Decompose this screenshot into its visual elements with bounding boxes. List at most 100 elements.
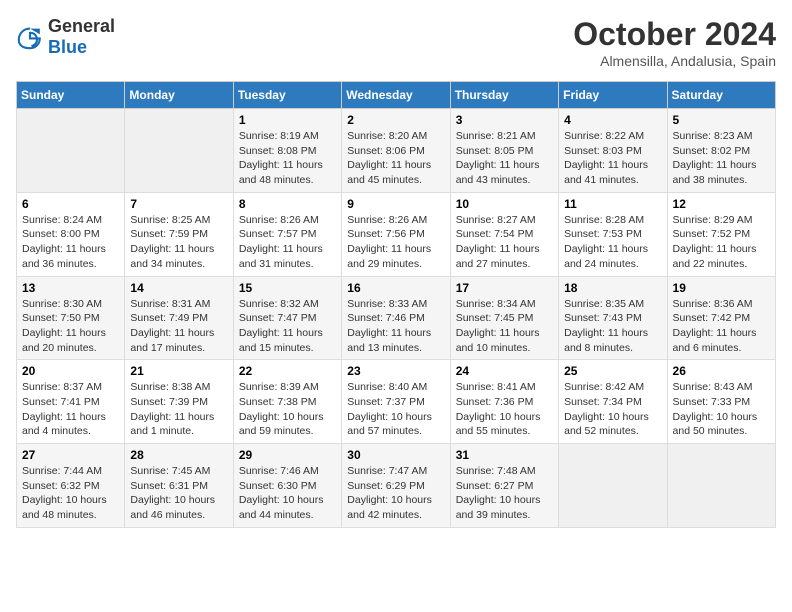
header-friday: Friday: [559, 82, 667, 109]
day-info: Sunrise: 8:27 AMSunset: 7:54 PMDaylight:…: [456, 214, 540, 270]
calendar-cell: 19 Sunrise: 8:36 AMSunset: 7:42 PMDayligh…: [667, 276, 775, 360]
day-info: Sunrise: 8:26 AMSunset: 7:56 PMDaylight:…: [347, 214, 431, 270]
day-info: Sunrise: 7:47 AMSunset: 6:29 PMDaylight:…: [347, 465, 432, 521]
day-number: 28: [130, 448, 227, 462]
day-number: 7: [130, 197, 227, 211]
day-number: 27: [22, 448, 119, 462]
day-info: Sunrise: 8:35 AMSunset: 7:43 PMDaylight:…: [564, 298, 648, 354]
day-number: 24: [456, 364, 553, 378]
day-info: Sunrise: 8:28 AMSunset: 7:53 PMDaylight:…: [564, 214, 648, 270]
calendar-cell: 20 Sunrise: 8:37 AMSunset: 7:41 PMDayligh…: [17, 360, 125, 444]
calendar-cell: 4 Sunrise: 8:22 AMSunset: 8:03 PMDaylight…: [559, 109, 667, 193]
header-sunday: Sunday: [17, 82, 125, 109]
calendar-cell: 22Sunrise: 8:39 AMSunset: 7:38 PMDayligh…: [233, 360, 341, 444]
day-info: Sunrise: 8:26 AMSunset: 7:57 PMDaylight:…: [239, 214, 323, 270]
header-wednesday: Wednesday: [342, 82, 450, 109]
day-number: 12: [673, 197, 770, 211]
calendar-cell: 8 Sunrise: 8:26 AMSunset: 7:57 PMDaylight…: [233, 192, 341, 276]
logo-icon: [16, 23, 44, 51]
day-number: 21: [130, 364, 227, 378]
calendar-cell: 6 Sunrise: 8:24 AMSunset: 8:00 PMDaylight…: [17, 192, 125, 276]
day-info: Sunrise: 8:38 AMSunset: 7:39 PMDaylight:…: [130, 381, 214, 437]
calendar-cell: 9 Sunrise: 8:26 AMSunset: 7:56 PMDaylight…: [342, 192, 450, 276]
day-info: Sunrise: 8:30 AMSunset: 7:50 PMDaylight:…: [22, 298, 106, 354]
weekday-header-row: Sunday Monday Tuesday Wednesday Thursday…: [17, 82, 776, 109]
day-info: Sunrise: 8:23 AMSunset: 8:02 PMDaylight:…: [673, 130, 757, 186]
calendar-cell: 16 Sunrise: 8:33 AMSunset: 7:46 PMDayligh…: [342, 276, 450, 360]
day-info: Sunrise: 8:25 AMSunset: 7:59 PMDaylight:…: [130, 214, 214, 270]
calendar-cell: [125, 109, 233, 193]
day-info: Sunrise: 7:48 AMSunset: 6:27 PMDaylight:…: [456, 465, 541, 521]
day-info: Sunrise: 8:42 AMSunset: 7:34 PMDaylight:…: [564, 381, 649, 437]
day-info: Sunrise: 8:19 AMSunset: 8:08 PMDaylight:…: [239, 130, 323, 186]
day-number: 30: [347, 448, 444, 462]
calendar-cell: 3 Sunrise: 8:21 AMSunset: 8:05 PMDaylight…: [450, 109, 558, 193]
week-row-3: 13 Sunrise: 8:30 AMSunset: 7:50 PMDayligh…: [17, 276, 776, 360]
day-number: 23: [347, 364, 444, 378]
day-number: 18: [564, 281, 661, 295]
calendar-cell: 29Sunrise: 7:46 AMSunset: 6:30 PMDayligh…: [233, 444, 341, 528]
week-row-2: 6 Sunrise: 8:24 AMSunset: 8:00 PMDaylight…: [17, 192, 776, 276]
title-block: October 2024 Almensilla, Andalusia, Spai…: [573, 16, 776, 69]
day-info: Sunrise: 8:29 AMSunset: 7:52 PMDaylight:…: [673, 214, 757, 270]
day-info: Sunrise: 8:20 AMSunset: 8:06 PMDaylight:…: [347, 130, 431, 186]
day-number: 2: [347, 113, 444, 127]
calendar-cell: 30 Sunrise: 7:47 AMSunset: 6:29 PMDayligh…: [342, 444, 450, 528]
day-number: 1: [239, 113, 336, 127]
calendar-cell: 15 Sunrise: 8:32 AMSunset: 7:47 PMDayligh…: [233, 276, 341, 360]
calendar-cell: 27Sunrise: 7:44 AMSunset: 6:32 PMDayligh…: [17, 444, 125, 528]
day-number: 19: [673, 281, 770, 295]
day-number: 13: [22, 281, 119, 295]
day-number: 15: [239, 281, 336, 295]
week-row-1: 1 Sunrise: 8:19 AMSunset: 8:08 PMDaylight…: [17, 109, 776, 193]
calendar-cell: 13 Sunrise: 8:30 AMSunset: 7:50 PMDayligh…: [17, 276, 125, 360]
header-saturday: Saturday: [667, 82, 775, 109]
day-number: 16: [347, 281, 444, 295]
calendar-cell: 10 Sunrise: 8:27 AMSunset: 7:54 PMDayligh…: [450, 192, 558, 276]
calendar-cell: 23 Sunrise: 8:40 AMSunset: 7:37 PMDayligh…: [342, 360, 450, 444]
logo-blue: Blue: [48, 37, 87, 57]
week-row-4: 20 Sunrise: 8:37 AMSunset: 7:41 PMDayligh…: [17, 360, 776, 444]
day-info: Sunrise: 8:32 AMSunset: 7:47 PMDaylight:…: [239, 298, 323, 354]
day-info: Sunrise: 8:36 AMSunset: 7:42 PMDaylight:…: [673, 298, 757, 354]
day-info: Sunrise: 8:24 AMSunset: 8:00 PMDaylight:…: [22, 214, 106, 270]
day-number: 25: [564, 364, 661, 378]
header-thursday: Thursday: [450, 82, 558, 109]
calendar-cell: [17, 109, 125, 193]
calendar-cell: [559, 444, 667, 528]
day-info: Sunrise: 8:43 AMSunset: 7:33 PMDaylight:…: [673, 381, 758, 437]
calendar-cell: 31 Sunrise: 7:48 AMSunset: 6:27 PMDayligh…: [450, 444, 558, 528]
day-number: 22: [239, 364, 336, 378]
week-row-5: 27Sunrise: 7:44 AMSunset: 6:32 PMDayligh…: [17, 444, 776, 528]
day-number: 10: [456, 197, 553, 211]
day-number: 31: [456, 448, 553, 462]
day-info: Sunrise: 8:31 AMSunset: 7:49 PMDaylight:…: [130, 298, 214, 354]
calendar-cell: 26Sunrise: 8:43 AMSunset: 7:33 PMDayligh…: [667, 360, 775, 444]
day-number: 11: [564, 197, 661, 211]
day-info: Sunrise: 8:41 AMSunset: 7:36 PMDaylight:…: [456, 381, 541, 437]
day-info: Sunrise: 8:33 AMSunset: 7:46 PMDaylight:…: [347, 298, 431, 354]
calendar-cell: 1 Sunrise: 8:19 AMSunset: 8:08 PMDaylight…: [233, 109, 341, 193]
day-number: 3: [456, 113, 553, 127]
day-info: Sunrise: 7:45 AMSunset: 6:31 PMDaylight:…: [130, 465, 215, 521]
calendar-cell: 11 Sunrise: 8:28 AMSunset: 7:53 PMDayligh…: [559, 192, 667, 276]
day-info: Sunrise: 7:46 AMSunset: 6:30 PMDaylight:…: [239, 465, 324, 521]
page-header: General Blue October 2024 Almensilla, An…: [16, 16, 776, 69]
day-info: Sunrise: 8:40 AMSunset: 7:37 PMDaylight:…: [347, 381, 432, 437]
day-info: Sunrise: 8:22 AMSunset: 8:03 PMDaylight:…: [564, 130, 648, 186]
calendar-cell: 17Sunrise: 8:34 AMSunset: 7:45 PMDayligh…: [450, 276, 558, 360]
day-info: Sunrise: 8:37 AMSunset: 7:41 PMDaylight:…: [22, 381, 106, 437]
day-number: 20: [22, 364, 119, 378]
day-number: 8: [239, 197, 336, 211]
day-info: Sunrise: 8:21 AMSunset: 8:05 PMDaylight:…: [456, 130, 540, 186]
logo-general: General: [48, 16, 115, 36]
logo: General Blue: [16, 16, 115, 58]
day-number: 4: [564, 113, 661, 127]
calendar-cell: 28 Sunrise: 7:45 AMSunset: 6:31 PMDayligh…: [125, 444, 233, 528]
day-number: 17: [456, 281, 553, 295]
calendar-cell: 2 Sunrise: 8:20 AMSunset: 8:06 PMDaylight…: [342, 109, 450, 193]
calendar-cell: 5Sunrise: 8:23 AMSunset: 8:02 PMDaylight…: [667, 109, 775, 193]
day-number: 9: [347, 197, 444, 211]
day-number: 6: [22, 197, 119, 211]
calendar-cell: 14Sunrise: 8:31 AMSunset: 7:49 PMDayligh…: [125, 276, 233, 360]
